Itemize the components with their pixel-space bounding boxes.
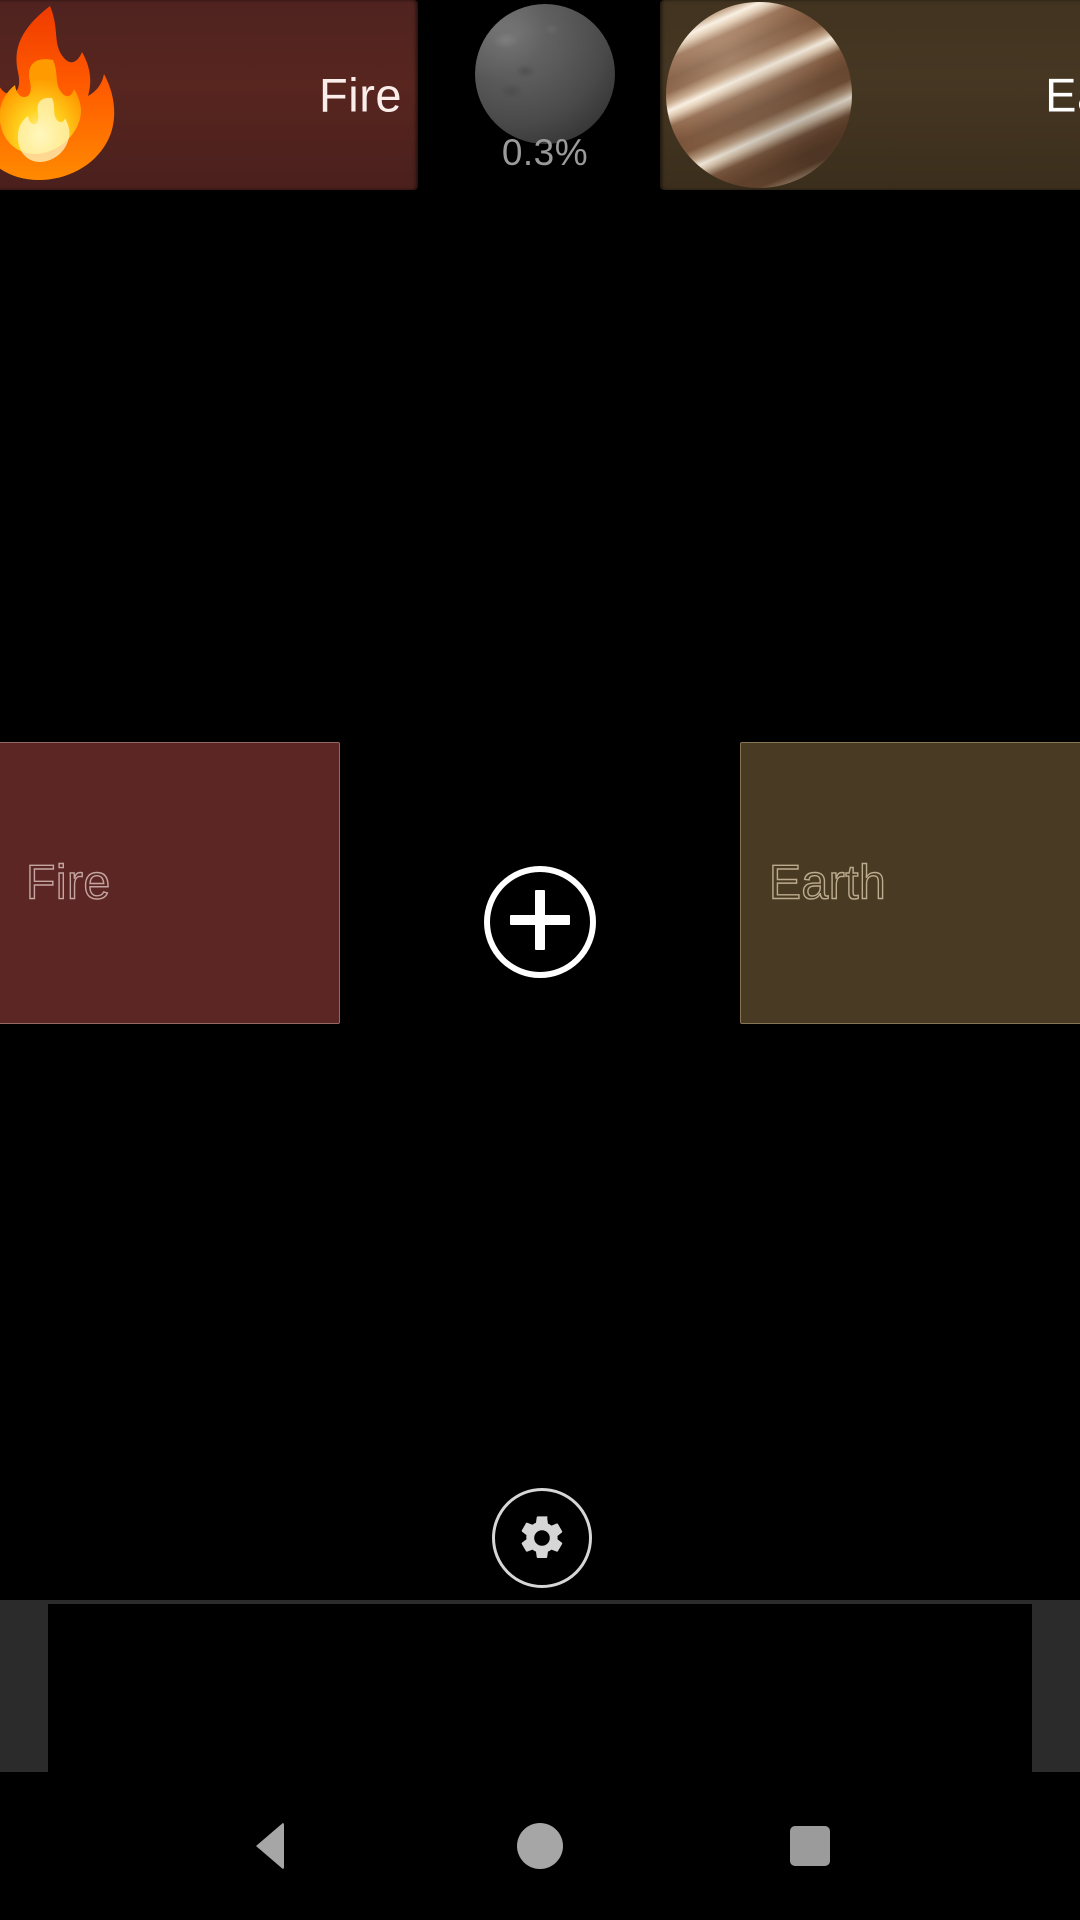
top-card-fire[interactable]: Fire <box>0 0 418 190</box>
ad-banner[interactable] <box>0 1600 1080 1772</box>
grey-sphere-icon <box>475 4 615 144</box>
gear-icon <box>516 1512 568 1564</box>
settings-button[interactable] <box>492 1488 592 1588</box>
recents-square-icon <box>790 1826 830 1866</box>
workspace-slot-earth-label: Earth <box>768 856 887 910</box>
nav-recents-button[interactable] <box>690 1772 930 1920</box>
top-card-earth[interactable]: Earth <box>660 0 1080 190</box>
workspace-slot-fire-label: Fire <box>25 856 111 910</box>
combine-button[interactable] <box>484 866 596 978</box>
app-root: Fire 0.3% Earth Fire Earth <box>0 0 1080 1920</box>
workspace-slot-earth[interactable]: Earth <box>740 742 1080 1024</box>
top-card-fire-label: Fire <box>319 68 402 122</box>
nav-home-button[interactable] <box>420 1772 660 1920</box>
ad-banner-content <box>48 1604 1032 1772</box>
top-card-earth-label: Earth <box>1045 68 1080 122</box>
workspace-slot-fire[interactable]: Fire <box>0 742 340 1024</box>
progress-percent-label: 0.3% <box>501 132 589 173</box>
fire-emoji-icon <box>0 0 138 190</box>
nav-back-button[interactable] <box>150 1772 390 1920</box>
top-bar: Fire 0.3% Earth <box>0 0 1080 190</box>
plus-icon-vertical <box>535 890 545 950</box>
android-navigation-bar <box>0 1772 1080 1920</box>
dune-planet-thumbnail-icon <box>666 2 852 188</box>
back-triangle-icon <box>256 1822 284 1870</box>
progress-orb-icon[interactable] <box>475 4 615 144</box>
home-circle-icon <box>517 1823 563 1869</box>
